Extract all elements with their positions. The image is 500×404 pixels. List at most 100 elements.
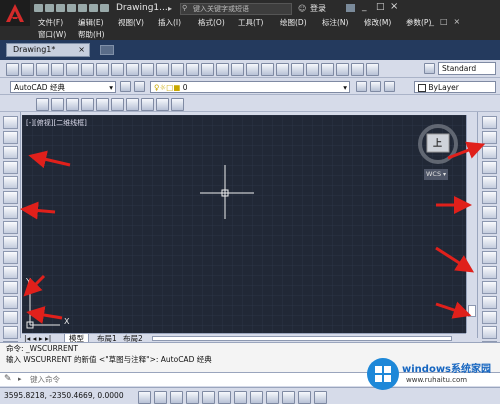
face-ucs-icon[interactable] bbox=[81, 98, 94, 111]
horizontal-scrollbar[interactable] bbox=[152, 336, 452, 341]
dynamic-input-icon[interactable] bbox=[282, 391, 295, 404]
print-icon[interactable] bbox=[51, 63, 64, 76]
arc-icon[interactable] bbox=[3, 191, 18, 204]
cut-icon[interactable] bbox=[111, 63, 124, 76]
quickcalc-icon[interactable] bbox=[351, 63, 364, 76]
make-current-layer-icon[interactable] bbox=[356, 81, 367, 92]
snap-mode-icon[interactable] bbox=[154, 391, 167, 404]
match-properties-icon[interactable] bbox=[156, 63, 169, 76]
close-tab-icon[interactable]: × bbox=[78, 44, 85, 56]
new-icon[interactable] bbox=[34, 4, 43, 12]
scale-icon[interactable] bbox=[482, 221, 497, 234]
layer-dropdown[interactable]: ♀☼□■ 0 ▾ bbox=[150, 81, 350, 93]
revision-cloud-icon[interactable] bbox=[3, 221, 18, 234]
array-icon[interactable] bbox=[482, 176, 497, 189]
publish-icon[interactable] bbox=[81, 63, 94, 76]
properties-icon[interactable] bbox=[276, 63, 289, 76]
infer-constraints-icon[interactable] bbox=[138, 391, 151, 404]
ucs-previous-icon[interactable] bbox=[66, 98, 79, 111]
move-icon[interactable] bbox=[482, 191, 497, 204]
login-link[interactable]: 登录 bbox=[310, 3, 326, 14]
lineweight-icon[interactable] bbox=[298, 391, 311, 404]
ucs-icon[interactable] bbox=[36, 98, 49, 111]
join-icon[interactable] bbox=[482, 311, 497, 324]
circle-icon[interactable] bbox=[3, 206, 18, 219]
vertical-scrollbar[interactable] bbox=[466, 115, 477, 333]
polar-tracking-icon[interactable] bbox=[202, 391, 215, 404]
workspace-dropdown[interactable]: AutoCAD 经典 ▾ bbox=[10, 81, 116, 93]
exchange-icon[interactable] bbox=[346, 4, 355, 12]
drawing-area[interactable]: [-][俯视][二维线框] 上 WCS ▾ Y X bbox=[22, 115, 468, 333]
help-icon[interactable] bbox=[366, 63, 379, 76]
object-snap-tracking-icon[interactable] bbox=[250, 391, 263, 404]
plot-icon[interactable] bbox=[78, 4, 87, 12]
block-editor-icon[interactable] bbox=[171, 63, 184, 76]
menu-item-insert[interactable]: 插入(I) bbox=[158, 17, 181, 28]
redo-icon[interactable] bbox=[100, 4, 109, 12]
menu-item-modify[interactable]: 修改(M) bbox=[364, 17, 391, 28]
viewcube-top-face[interactable]: 上 bbox=[433, 136, 442, 149]
zoom-realtime-icon[interactable] bbox=[231, 63, 244, 76]
3point-ucs-icon[interactable] bbox=[156, 98, 169, 111]
spline-icon[interactable] bbox=[3, 236, 18, 249]
make-block-icon[interactable] bbox=[3, 296, 18, 309]
object-ucs-icon[interactable] bbox=[96, 98, 109, 111]
erase-icon[interactable] bbox=[482, 116, 497, 129]
dynamic-ucs-icon[interactable] bbox=[266, 391, 279, 404]
extend-icon[interactable] bbox=[482, 266, 497, 279]
user-icon[interactable]: ☺ bbox=[298, 4, 306, 13]
rotate-icon[interactable] bbox=[482, 206, 497, 219]
copy-object-icon[interactable] bbox=[482, 131, 497, 144]
undo-icon[interactable] bbox=[186, 63, 199, 76]
menu-item-parameter[interactable]: 参数(P) bbox=[406, 17, 431, 28]
transparency-icon[interactable] bbox=[314, 391, 327, 404]
zaxis-ucs-icon[interactable] bbox=[141, 98, 154, 111]
menu-item-draw[interactable]: 绘图(D) bbox=[280, 17, 307, 28]
scrollbar-thumb[interactable] bbox=[468, 305, 476, 317]
origin-ucs-icon[interactable] bbox=[126, 98, 139, 111]
undo-icon[interactable] bbox=[89, 4, 98, 12]
chamfer-icon[interactable] bbox=[482, 326, 497, 339]
design-center-icon[interactable] bbox=[291, 63, 304, 76]
text-style-icon[interactable] bbox=[424, 63, 435, 74]
object-snap-icon[interactable] bbox=[218, 391, 231, 404]
menu-item-file[interactable]: 文件(F) bbox=[38, 17, 63, 28]
break-at-point-icon[interactable] bbox=[482, 281, 497, 294]
command-input[interactable] bbox=[30, 374, 330, 385]
color-dropdown[interactable]: ByLayer bbox=[414, 81, 496, 93]
wrench-icon[interactable]: ✎ bbox=[4, 374, 12, 384]
polyline-icon[interactable] bbox=[3, 146, 18, 159]
hatch-icon[interactable] bbox=[3, 326, 18, 339]
layer-states-icon[interactable] bbox=[384, 81, 395, 92]
copy-icon[interactable] bbox=[126, 63, 139, 76]
point-icon[interactable] bbox=[3, 311, 18, 324]
trim-icon[interactable] bbox=[482, 251, 497, 264]
world-ucs-icon[interactable] bbox=[51, 98, 64, 111]
recent-commands-icon[interactable]: ▸ bbox=[18, 375, 22, 383]
saveas-icon[interactable] bbox=[67, 4, 76, 12]
menu-item-format[interactable]: 格式(O) bbox=[198, 17, 225, 28]
open-icon[interactable] bbox=[45, 4, 54, 12]
close-button[interactable]: × bbox=[390, 1, 398, 12]
menu-item-help[interactable]: 帮助(H) bbox=[78, 29, 105, 40]
zoom-previous-icon[interactable] bbox=[261, 63, 274, 76]
print-preview-icon[interactable] bbox=[66, 63, 79, 76]
ellipse-arc-icon[interactable] bbox=[3, 266, 18, 279]
polygon-icon[interactable] bbox=[3, 161, 18, 174]
title-dropdown-icon[interactable]: ▸ bbox=[168, 4, 172, 13]
coordinates-readout[interactable]: 3595.8218, -2350.4669, 0.0000 bbox=[4, 388, 124, 403]
3d-dwf-icon[interactable] bbox=[96, 63, 109, 76]
workspace-settings-icon[interactable] bbox=[120, 81, 131, 92]
menu-item-window[interactable]: 窗口(W) bbox=[38, 29, 66, 40]
layer-properties-icon[interactable] bbox=[134, 81, 145, 92]
break-icon[interactable] bbox=[482, 296, 497, 309]
save-icon[interactable] bbox=[36, 63, 49, 76]
pan-icon[interactable] bbox=[216, 63, 229, 76]
application-menu-button[interactable] bbox=[0, 0, 30, 26]
text-style-dropdown[interactable]: Standard bbox=[438, 62, 496, 75]
menu-item-dimension[interactable]: 标注(N) bbox=[322, 17, 348, 28]
insert-block-icon[interactable] bbox=[3, 281, 18, 294]
viewport-controls-label[interactable]: [-][俯视][二维线框] bbox=[26, 118, 87, 128]
search-input[interactable]: 键入关键字或短语 bbox=[180, 3, 292, 15]
menu-item-edit[interactable]: 编辑(E) bbox=[78, 17, 104, 28]
